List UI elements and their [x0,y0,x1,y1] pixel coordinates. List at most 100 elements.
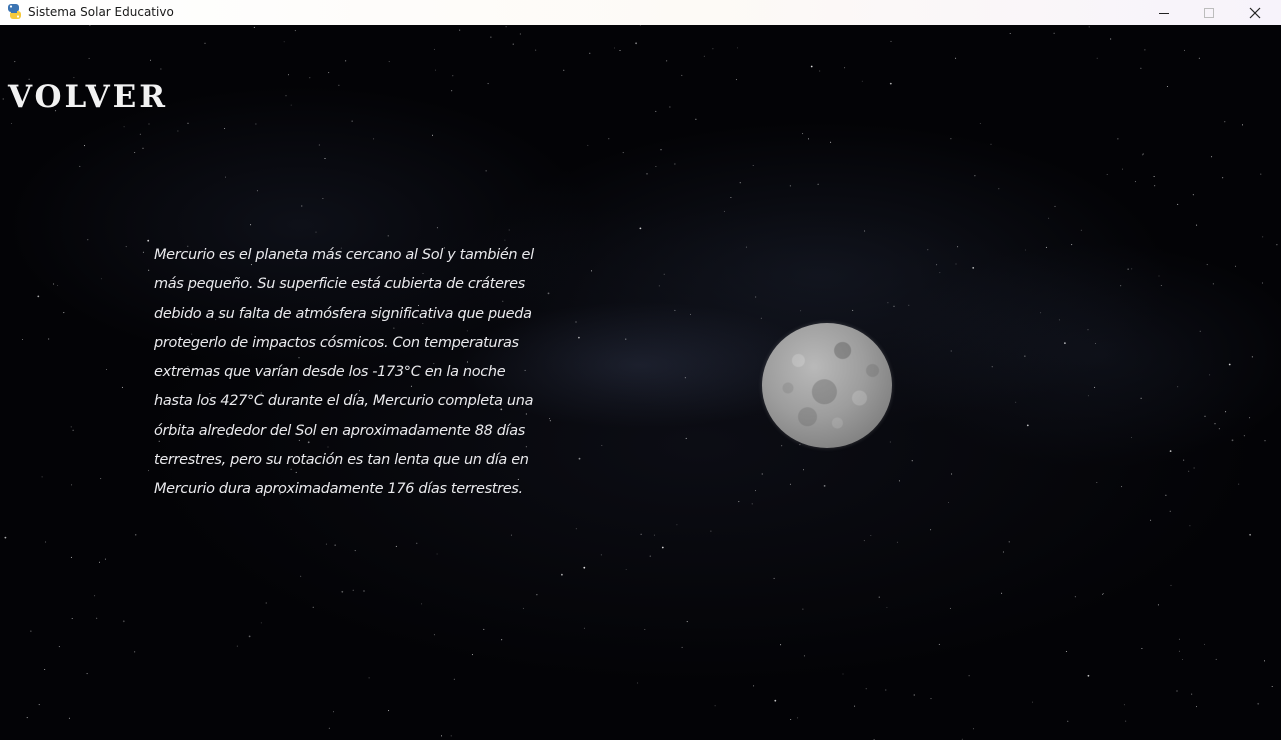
star [441,735,442,737]
close-button[interactable] [1232,0,1278,25]
star [1131,268,1133,270]
star [505,26,507,28]
star [1122,168,1123,170]
star [674,163,676,165]
star [608,138,610,140]
star [973,728,974,730]
planet-description: Mercurio es el planeta más cercano al So… [154,247,534,498]
star [635,42,637,45]
star [535,49,537,51]
star [1257,702,1260,705]
star [100,478,102,480]
star [789,483,791,485]
star [1206,264,1208,266]
star [676,524,678,526]
star [660,149,662,151]
star [363,590,365,592]
star [123,126,125,128]
star [89,25,91,26]
star [817,183,819,185]
star [789,185,791,187]
star [1160,285,1162,286]
star [655,110,657,112]
star [896,541,898,543]
star [1140,397,1142,399]
star [979,123,981,124]
star [148,269,150,271]
star [395,545,397,547]
star [96,617,98,619]
star [285,95,287,97]
star [416,542,418,544]
star [512,43,514,45]
star [71,618,73,619]
star [352,589,354,591]
star [644,629,646,630]
star [125,246,127,248]
star [714,705,716,707]
maximize-icon [1204,7,1214,18]
star [142,251,144,253]
star [751,503,753,505]
star [773,577,775,579]
star [256,190,258,192]
maximize-button[interactable] [1186,0,1232,25]
star [646,173,648,175]
star [781,445,783,447]
minimize-button[interactable] [1141,0,1187,25]
star [204,42,206,44]
star [1178,638,1180,640]
star [487,83,489,85]
star [1260,173,1262,175]
star [433,48,435,50]
star [774,699,777,702]
star [842,673,844,675]
star [94,595,96,597]
star [324,158,326,159]
star [819,70,821,72]
star [1141,648,1143,649]
star [1198,57,1200,59]
star [991,366,993,368]
star [893,305,895,307]
star [432,134,433,136]
star [955,57,957,59]
space-background: VOLVER Mercurio es el planeta más cercan… [0,25,1281,740]
star [1087,395,1089,397]
star [283,41,285,43]
star [99,561,100,563]
star [889,82,892,85]
star [625,338,627,340]
star [1169,450,1172,452]
star [1249,417,1251,419]
star [1053,32,1055,34]
star [436,227,438,229]
title-bar[interactable]: Sistema Solar Educativo [0,0,1281,25]
star [300,575,302,577]
star [886,607,888,608]
star [1065,651,1067,652]
star [1154,185,1156,187]
star [4,536,7,539]
star [712,48,714,50]
star [755,296,757,298]
star [265,602,267,604]
star [1211,156,1213,158]
star [745,246,747,248]
star [930,698,932,700]
star [1002,551,1004,553]
star [640,533,642,535]
star [451,90,453,92]
star [1095,343,1096,344]
star [236,645,238,647]
star [1054,205,1056,207]
star [1193,467,1195,469]
star [1209,374,1211,376]
star [72,429,74,431]
star [639,25,641,26]
star [87,239,89,241]
star [2,98,4,100]
star [790,719,792,720]
star [1199,330,1201,332]
back-button[interactable]: VOLVER [8,78,168,116]
